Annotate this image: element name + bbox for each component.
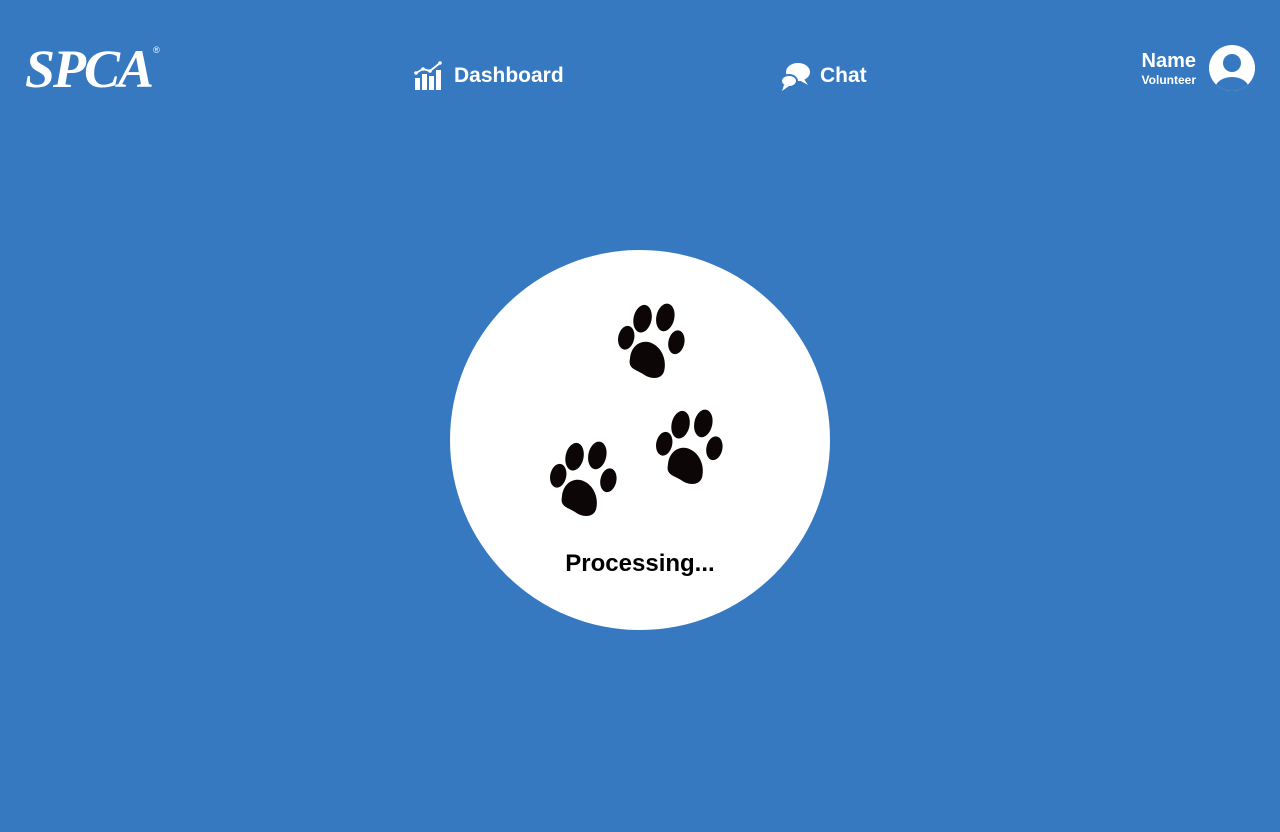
spca-logo[interactable]: SPCA ®: [25, 40, 160, 98]
bar-chart-icon: [414, 60, 446, 92]
processing-status: Processing...: [565, 550, 715, 577]
paw-print-icon: [618, 303, 685, 378]
paw-print-icon: [550, 441, 617, 516]
paw-print-icon: [656, 409, 723, 484]
nav-dashboard[interactable]: Dashboard: [414, 58, 564, 94]
registered-mark: ®: [153, 45, 160, 55]
user-text: Name Volunteer: [1142, 49, 1196, 87]
user-name: Name: [1141, 50, 1196, 72]
chat-bubbles-icon: [780, 60, 812, 92]
app-page: SPCA ® Dashboard Chat Name Volunteer Pro…: [0, 0, 1280, 832]
loading-card: Processing...: [450, 250, 830, 630]
logo-text: SPCA: [25, 39, 154, 99]
user-avatar-icon[interactable]: [1208, 44, 1256, 92]
nav-dashboard-label: Dashboard: [454, 64, 564, 87]
nav-chat-label: Chat: [820, 64, 867, 87]
user-role: Volunteer: [1141, 73, 1196, 87]
nav-chat[interactable]: Chat: [780, 58, 867, 94]
user-profile[interactable]: Name Volunteer: [1142, 44, 1256, 92]
